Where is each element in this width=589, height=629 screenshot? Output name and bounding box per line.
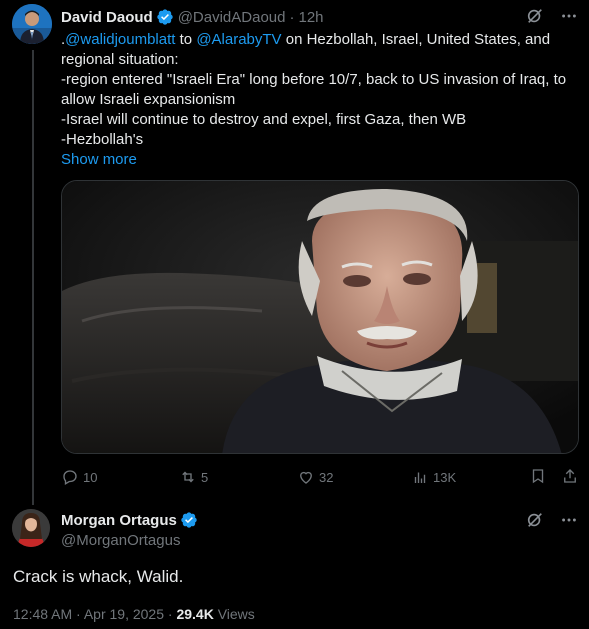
text-fragment: on Hezbollah, Israel, United States, and [281, 31, 551, 48]
mention-link[interactable]: @walidjoumblatt [65, 31, 175, 48]
tweet-body: .@walidjoumblatt to @AlarabyTV on Hezbol… [61, 30, 576, 170]
reply-views-count: 29.4K [176, 606, 214, 622]
analytics-icon [414, 472, 426, 483]
heart-icon [300, 471, 312, 484]
more-options-icon[interactable] [559, 510, 579, 530]
tweet-line-1: .@walidjoumblatt to @AlarabyTV on Hezbol… [61, 30, 576, 50]
reply-top-actions [525, 510, 579, 530]
grok-icon[interactable] [525, 510, 545, 530]
more-options-icon[interactable] [559, 6, 579, 26]
meta-separator: · [164, 606, 177, 622]
tweet-line-4: allow Israeli expansionism [61, 91, 236, 108]
header-separator: · [289, 8, 295, 26]
bookmark-icon [532, 468, 544, 483]
tweet-line-2: regional situation: [61, 51, 179, 68]
reply-button[interactable]: 10 [61, 468, 179, 486]
reply-body: Crack is whack, Walid. [13, 567, 184, 586]
secondary-actions [529, 467, 579, 488]
repost-count: 5 [201, 469, 209, 485]
tweet-time[interactable]: 12h [298, 9, 323, 26]
verified-badge-icon [180, 511, 198, 529]
like-count: 32 [319, 469, 334, 485]
author-avatar[interactable] [12, 4, 52, 44]
thread-connector-line [32, 50, 34, 505]
tweet-action-bar: 10 5 32 13K [61, 465, 579, 489]
grok-icon[interactable] [525, 6, 545, 26]
tweet-line-6: -Hezbollah's [61, 131, 144, 148]
tweet-photo[interactable] [61, 180, 579, 454]
views-count: 13K [433, 469, 457, 485]
repost-icon [182, 471, 194, 483]
reply-name-row: Morgan Ortagus [61, 509, 202, 531]
tweet-line-5: -Israel will continue to destroy and exp… [61, 111, 467, 128]
reply-header: Morgan Ortagus @MorganOrtagus [61, 509, 202, 551]
reply-meta: 12:48 AM · Apr 19, 2025 · 29.4K Views [13, 606, 255, 622]
reply-icon [63, 470, 77, 485]
verified-badge-icon [156, 8, 174, 26]
mention-link[interactable]: @AlarabyTV [196, 31, 281, 48]
repost-button[interactable]: 5 [179, 468, 297, 486]
reply-timestamp[interactable]: 12:48 AM · Apr 19, 2025 [13, 606, 164, 622]
reply-author-avatar[interactable] [12, 509, 50, 547]
author-name[interactable]: David Daoud [61, 9, 153, 26]
share-button[interactable] [561, 467, 579, 488]
reply-author-handle[interactable]: @MorganOrtagus [61, 531, 202, 551]
share-icon [564, 468, 576, 483]
bookmark-button[interactable] [529, 467, 547, 488]
show-more-link[interactable]: Show more [61, 150, 576, 170]
tweet-header: David Daoud @DavidADaoud · 12h [61, 6, 324, 28]
tweet-line-3: -region entered "Israeli Era" long befor… [61, 71, 567, 88]
author-handle[interactable]: @DavidADaoud [178, 9, 286, 26]
like-button[interactable]: 32 [297, 468, 411, 486]
tweet-top-actions [525, 6, 579, 26]
reply-count: 10 [83, 469, 98, 485]
reply-author-name[interactable]: Morgan Ortagus [61, 512, 177, 529]
text-connector: to [175, 31, 197, 48]
reply-views-label: Views [213, 606, 255, 622]
views-button[interactable]: 13K [411, 468, 529, 486]
